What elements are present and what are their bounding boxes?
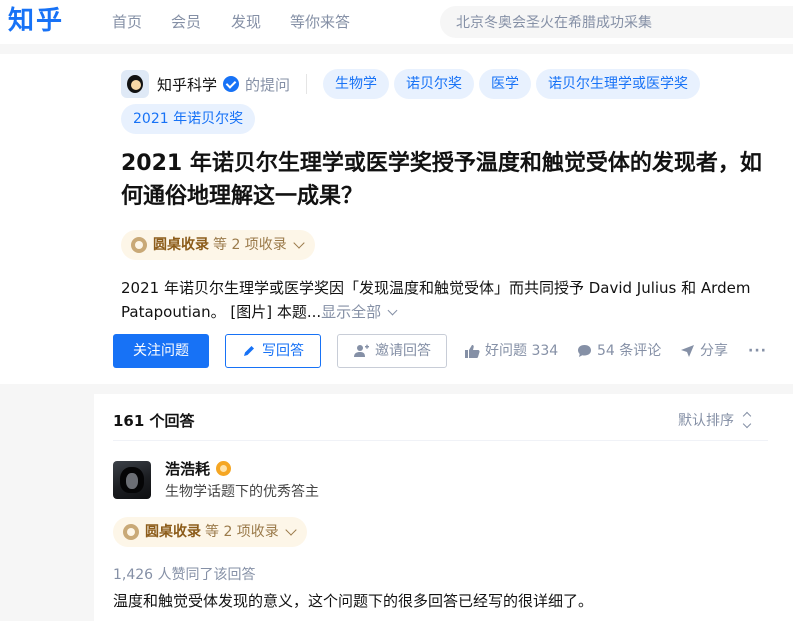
collection-name: 圆桌收录	[145, 524, 201, 540]
sort-label: 默认排序	[678, 413, 734, 429]
topic-tag-nobel[interactable]: 诺贝尔奖	[394, 69, 474, 99]
invite-answer-label: 邀请回答	[375, 343, 431, 359]
answer-text[interactable]: 温度和触觉受体发现的意义，这个问题下的很多回答已经写的很详细了。	[113, 590, 593, 611]
write-answer-label: 写回答	[262, 343, 304, 359]
share-label: 分享	[700, 343, 728, 359]
question-author-name[interactable]: 知乎科学	[157, 74, 217, 95]
more-menu-icon[interactable]: ···	[748, 334, 767, 368]
answers-list: 161 个回答 默认排序 浩浩耗 生物学话题下的优秀答主 圆桌收录 等 2 项收…	[94, 394, 793, 621]
question-header: 知乎科学 的提问 生物学 诺贝尔奖 医学 诺贝尔生理学或医学奖 2021 年诺贝…	[0, 54, 793, 384]
comments-button[interactable]: 54 条评论	[577, 334, 661, 368]
answer-author-bio: 生物学话题下的优秀答主	[165, 484, 319, 500]
roundtable-icon	[123, 524, 139, 540]
topic-tag-biology[interactable]: 生物学	[323, 69, 389, 99]
question-excerpt: 2021 年诺贝尔生理学或医学奖因「发现温度和触觉受体」而共同授予 David …	[121, 276, 761, 324]
invite-answer-button[interactable]: 邀请回答	[337, 334, 447, 368]
sort-selector[interactable]: 默认排序	[678, 410, 752, 430]
add-user-icon	[354, 344, 369, 357]
comment-count: 54 条评论	[597, 343, 662, 359]
pencil-icon	[244, 346, 254, 356]
author-avatar[interactable]	[121, 70, 149, 98]
divider	[306, 74, 308, 94]
answer-author-name[interactable]: 浩浩耗	[165, 458, 210, 479]
answer-author-row: 浩浩耗	[165, 458, 232, 479]
question-title: 2021 年诺贝尔生理学或医学奖授予温度和触觉受体的发现者，如何通俗地理解这一成…	[121, 151, 762, 209]
answer-author-avatar[interactable]	[113, 461, 151, 499]
follow-question-button[interactable]: 关注问题	[113, 334, 209, 368]
write-answer-button[interactable]: 写回答	[225, 334, 321, 368]
share-icon	[681, 345, 694, 357]
question-author-row: 知乎科学 的提问	[121, 69, 308, 99]
share-button[interactable]: 分享	[680, 334, 728, 368]
upvote-count: 好问题 334	[485, 343, 559, 359]
sort-arrows-icon	[742, 411, 752, 429]
roundtable-icon	[131, 237, 147, 253]
excellent-answerer-badge-icon	[216, 461, 232, 476]
upvote-question-button[interactable]: 好问题 334	[465, 334, 558, 368]
answer-count: 161 个回答	[113, 412, 195, 430]
collection-suffix: 等 2 项收录	[213, 237, 287, 253]
chevron-down-icon	[293, 237, 305, 249]
answer-collection-badge[interactable]: 圆桌收录 等 2 项收录	[113, 517, 307, 547]
nav-membership[interactable]: 会员	[171, 13, 201, 31]
divider	[113, 440, 768, 441]
excerpt-text: 2021 年诺贝尔生理学或医学奖因「发现温度和触觉受体」而共同授予 David …	[121, 279, 751, 321]
show-all-link[interactable]: 显示全部	[321, 303, 381, 321]
collection-name: 圆桌收录	[153, 237, 209, 253]
collection-badge[interactable]: 圆桌收录 等 2 项收录	[121, 230, 315, 260]
collection-suffix: 等 2 项收录	[205, 524, 279, 540]
chevron-down-icon	[285, 524, 297, 536]
asked-label: 的提问	[245, 75, 291, 94]
top-navbar: 知乎 首页 会员 发现 等你来答	[0, 0, 793, 44]
nav-discover[interactable]: 发现	[231, 13, 261, 31]
topic-tag-medicine[interactable]: 医学	[479, 69, 531, 99]
nav-home[interactable]: 首页	[112, 13, 142, 31]
verified-badge-icon	[223, 76, 240, 92]
topic-tag-nobel-2021[interactable]: 2021 年诺贝尔奖	[121, 104, 256, 134]
zhihu-logo[interactable]: 知乎	[8, 4, 64, 38]
search-input[interactable]	[440, 6, 778, 40]
answer-agree-count: 1,426 人赞同了该回答	[113, 567, 256, 583]
chevron-down-icon	[387, 305, 398, 316]
comment-icon	[578, 345, 591, 357]
thumbs-up-icon	[465, 345, 480, 358]
search-box	[440, 6, 793, 40]
nav-waiting-answers[interactable]: 等你来答	[290, 13, 350, 31]
topic-tag-nobel-medicine[interactable]: 诺贝尔生理学或医学奖	[536, 69, 700, 99]
